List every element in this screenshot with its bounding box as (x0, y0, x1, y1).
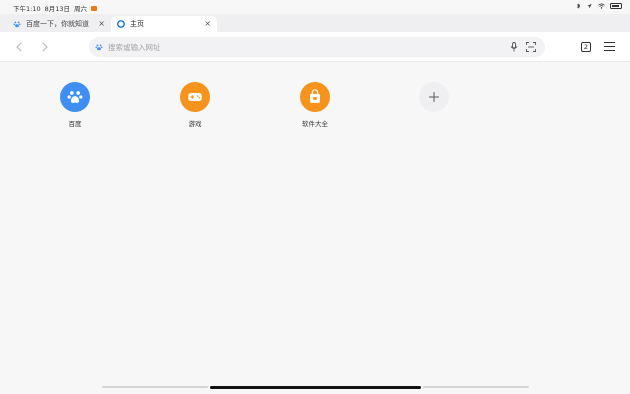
page-indicator-right (423, 386, 529, 388)
browser-screen: 下午1:10 8月13日 周六 百度一下，你就知道 × 主页 × + (0, 0, 630, 394)
menu-line (604, 45, 615, 47)
page-indicator-left (102, 386, 208, 388)
status-left: 下午1:10 8月13日 周六 (13, 3, 98, 13)
tab-strip: 百度一下，你就知道 × 主页 × + (0, 14, 630, 42)
plus-icon (419, 82, 449, 112)
status-bar: 下午1:10 8月13日 周六 (0, 0, 630, 14)
shortcut-games[interactable]: 游戏 (165, 82, 225, 128)
microphone-icon[interactable] (510, 42, 518, 52)
close-tab-icon[interactable]: × (98, 19, 105, 28)
shortcut-label: 游戏 (188, 120, 202, 128)
menu-line (604, 49, 615, 51)
baidu-paw-icon (60, 82, 90, 112)
battery-icon (610, 3, 622, 9)
shopping-bag-icon (300, 82, 330, 112)
toolbar: 2 (0, 32, 630, 62)
status-weekday: 周六 (74, 5, 88, 13)
scan-icon[interactable] (526, 42, 536, 52)
chevron-right-icon (41, 42, 48, 52)
address-bar[interactable] (89, 37, 545, 57)
bluetooth-icon (576, 3, 581, 9)
shortcut-baidu[interactable]: 百度 (45, 82, 105, 128)
add-shortcut-button[interactable] (404, 82, 464, 118)
home-indicator[interactable] (210, 386, 421, 389)
tab-count-button[interactable]: 2 (581, 42, 591, 52)
shortcut-label: 软件大全 (302, 120, 328, 128)
menu-line (604, 42, 615, 44)
address-input[interactable] (108, 40, 488, 54)
status-time: 下午1:10 (13, 5, 41, 13)
chevron-left-icon (15, 42, 22, 52)
status-right (575, 3, 622, 9)
shortcut-label: 百度 (68, 120, 82, 128)
forward-button[interactable] (38, 40, 50, 54)
tab-home[interactable]: 主页 × (111, 16, 217, 32)
close-tab-icon[interactable]: × (204, 19, 211, 28)
tab-title: 主页 (130, 20, 144, 28)
location-icon (587, 3, 592, 9)
back-button[interactable] (13, 40, 25, 54)
status-date: 8月13日 (44, 5, 71, 13)
home-content: 百度 游戏 软件大全 (0, 63, 630, 394)
menu-icon[interactable] (604, 42, 615, 52)
shortcut-software[interactable]: 软件大全 (285, 82, 345, 128)
browser-home-icon (117, 20, 125, 28)
baidu-paw-icon (95, 44, 103, 51)
app-notification-icon (91, 5, 98, 11)
tab-title: 百度一下，你就知道 (26, 20, 89, 28)
wifi-icon (598, 3, 605, 9)
tab-baidu[interactable]: 百度一下，你就知道 × (7, 16, 111, 32)
baidu-paw-icon (13, 20, 21, 28)
gamepad-icon (180, 82, 210, 112)
